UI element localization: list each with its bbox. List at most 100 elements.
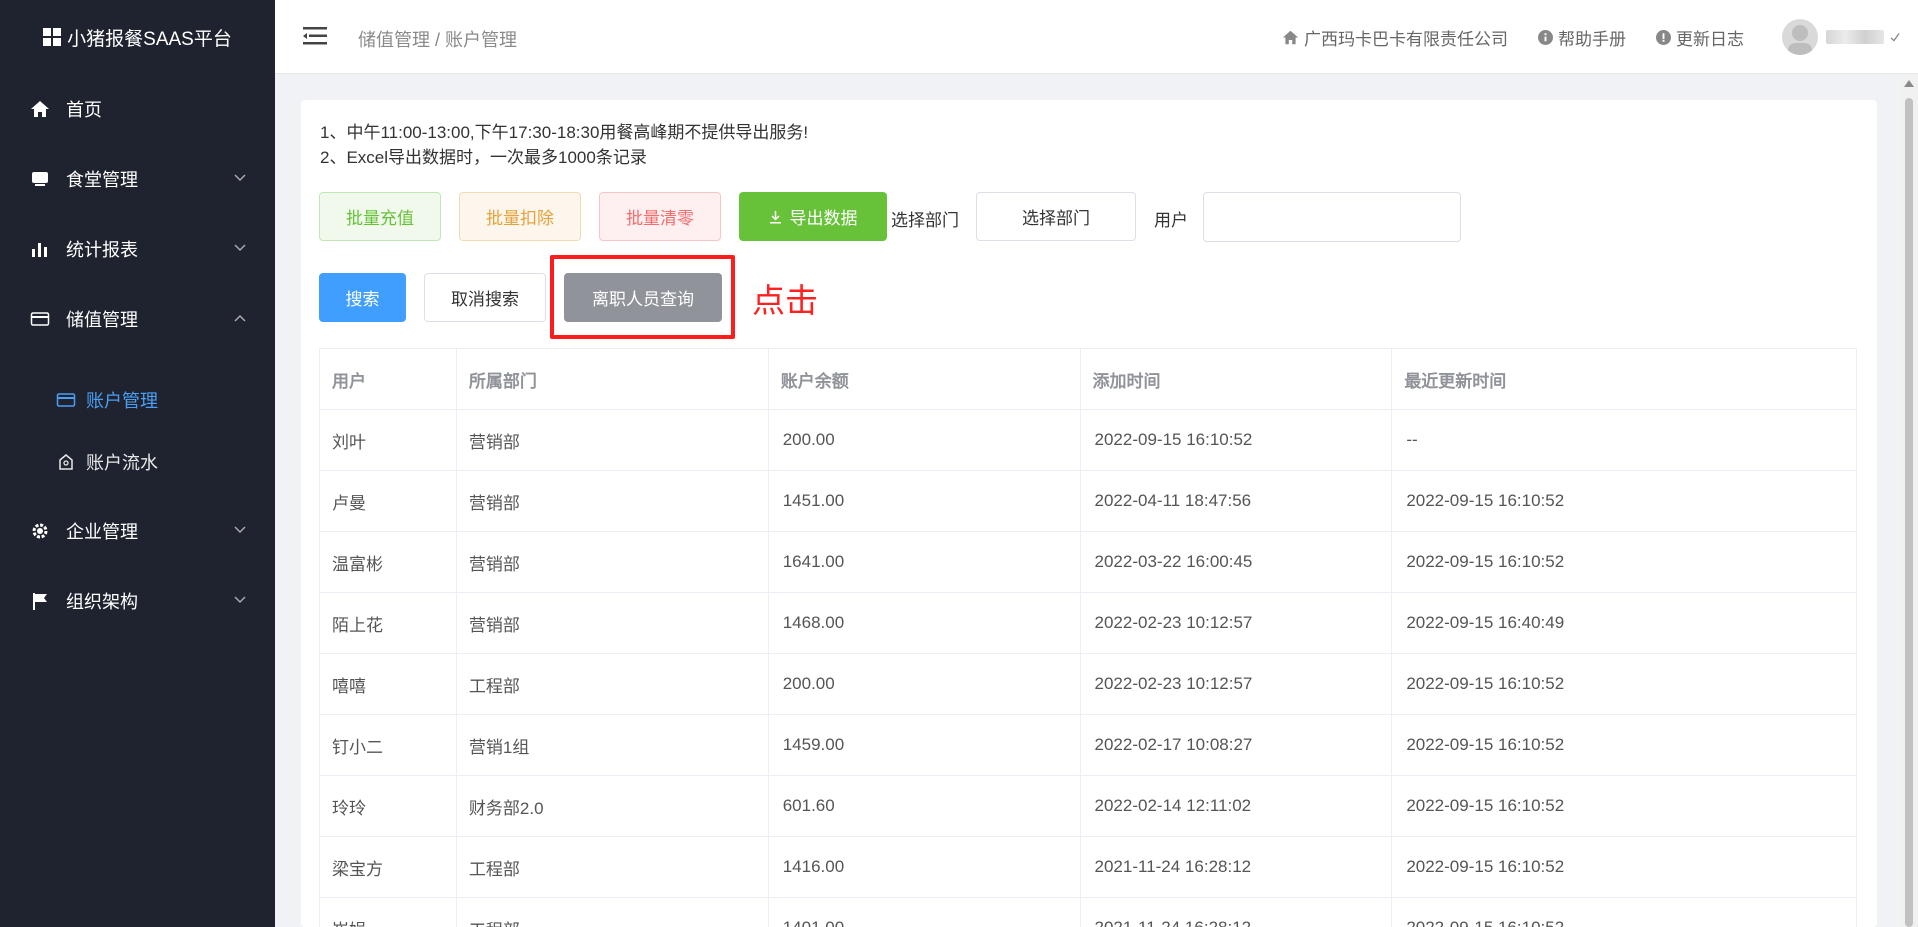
scrollbar[interactable]: [1900, 74, 1918, 927]
cell-created: 2021-11-24 16:28:12: [1081, 837, 1393, 897]
sidebar-item-canteen[interactable]: 食堂管理: [0, 154, 275, 204]
cell-created: 2022-02-23 10:12:57: [1081, 654, 1393, 714]
sidebar-item-home[interactable]: 首页: [0, 84, 275, 134]
sidebar-item-organization[interactable]: 组织架构: [0, 576, 275, 626]
cell-dept: 工程部: [457, 898, 769, 927]
card-icon: [30, 309, 50, 329]
check-icon[interactable]: [1890, 32, 1900, 42]
card-icon: [56, 390, 76, 410]
export-data-label: 导出数据: [789, 209, 858, 228]
cell-updated: --: [1392, 410, 1857, 470]
cell-updated: 2022-09-15 16:10:52: [1392, 776, 1857, 836]
cell-user: 卢曼: [320, 471, 457, 531]
cell-balance: 1468.00: [769, 593, 1081, 653]
cell-dept: 财务部2.0: [457, 776, 769, 836]
help-label: 帮助手册: [1558, 29, 1626, 49]
table-row[interactable]: 钉小二 营销1组 1459.00 2022-02-17 10:08:27 2022-09…: [320, 715, 1857, 776]
table-row[interactable]: 嘻嘻 工程部 200.00 2022-02-23 10:12:57 2022-09-15…: [320, 654, 1857, 715]
cell-created: 2022-09-15 16:10:52: [1081, 410, 1393, 470]
cell-dept: 营销部: [457, 593, 769, 653]
table-row[interactable]: 卢曼 营销部 1451.00 2022-04-11 18:47:56 2022-09-1…: [320, 471, 1857, 532]
cell-dept: 营销部: [457, 410, 769, 470]
sidebar-subitem-account-flow[interactable]: 账户流水: [0, 438, 275, 486]
cell-user: 梁宝方: [320, 837, 457, 897]
table-row[interactable]: 玲玲 财务部2.0 601.60 2022-02-14 12:11:02 2022-09…: [320, 776, 1857, 837]
cancel-search-button[interactable]: 取消搜索: [424, 273, 546, 322]
batch-deduct-button[interactable]: 批量扣除: [459, 192, 581, 241]
cell-created: 2022-04-11 18:47:56: [1081, 471, 1393, 531]
search-button[interactable]: 搜索: [319, 273, 406, 322]
sidebar-subitem-label: 账户管理: [86, 391, 158, 411]
brand-title: 小猪报餐SAAS平台: [67, 28, 232, 50]
avatar[interactable]: [1782, 19, 1818, 55]
sidebar-item-label: 企业管理: [66, 522, 138, 542]
cell-updated: 2022-09-15 16:10:52: [1392, 715, 1857, 775]
help-link[interactable]: 帮助手册: [1538, 25, 1626, 50]
wallet-icon: [56, 452, 76, 472]
accounts-table: 用户 所属部门 账户余额 添加时间 最近更新时间 刘叶 营销部 200.00 2022…: [319, 348, 1857, 927]
table-row[interactable]: 崔娟工程部1401.002021-11-24 16:28:122022-09-1…: [320, 898, 1857, 927]
column-header-balance[interactable]: 账户余额: [769, 349, 1081, 409]
export-data-button[interactable]: 导出数据: [739, 192, 887, 241]
brand[interactable]: 小猪报餐SAAS平台: [0, 0, 275, 74]
table-row[interactable]: 梁宝方 工程部 1416.00 2021-11-24 16:28:12 2022-09-…: [320, 837, 1857, 898]
cell-created: 2022-02-14 12:11:02: [1081, 776, 1393, 836]
sidebar-item-reports[interactable]: 统计报表: [0, 224, 275, 274]
click-annotation: 点击: [752, 281, 818, 320]
column-header-created[interactable]: 添加时间: [1081, 349, 1393, 409]
sidebar-item-label: 食堂管理: [66, 170, 138, 190]
batch-clear-button[interactable]: 批量清零: [599, 192, 721, 241]
canteen-icon: [30, 169, 50, 189]
cell-balance: 200.00: [769, 410, 1081, 470]
table-header-row: 用户 所属部门 账户余额 添加时间 最近更新时间: [320, 349, 1857, 410]
bar-chart-icon: [30, 239, 50, 259]
company-link[interactable]: 广西玛卡巴卡有限责任公司: [1282, 25, 1508, 50]
scroll-up-arrow-icon[interactable]: [1904, 80, 1914, 87]
cell-user: 嘻嘻: [320, 654, 457, 714]
table-row[interactable]: 陌上花 营销部 1468.00 2022-02-23 10:12:57 2022-09-…: [320, 593, 1857, 654]
resigned-query-button[interactable]: 离职人员查询: [564, 273, 722, 322]
changelog-label: 更新日志: [1676, 29, 1744, 49]
sidebar-subitem-account-management[interactable]: 账户管理: [0, 376, 275, 424]
cell-balance: 1401.00: [769, 898, 1081, 927]
cell-balance: 1459.00: [769, 715, 1081, 775]
info-icon: [1656, 29, 1671, 45]
cell-updated: 2022-09-15 16:10:52: [1392, 898, 1857, 927]
cell-updated: 2022-09-15 16:10:52: [1392, 654, 1857, 714]
column-header-user[interactable]: 用户: [320, 349, 457, 409]
table-row[interactable]: 刘叶 营销部 200.00 2022-09-15 16:10:52 --: [320, 410, 1857, 471]
sidebar-subitem-label: 账户流水: [86, 453, 158, 473]
notice: 1、中午11:00-13:00,下午17:30-18:30用餐高峰期不提供导出服…: [320, 120, 808, 170]
chevron-up-icon: [234, 314, 246, 322]
sidebar: 小猪报餐SAAS平台 首页 食堂管理 统计报表 储值管理 账户管理 账户流水 企…: [0, 0, 275, 927]
main-card: 1、中午11:00-13:00,下午17:30-18:30用餐高峰期不提供导出服…: [301, 100, 1877, 927]
chevron-down-icon: [234, 526, 246, 534]
cell-balance: 1451.00: [769, 471, 1081, 531]
sidebar-item-enterprise[interactable]: 企业管理: [0, 506, 275, 556]
cell-dept: 营销部: [457, 532, 769, 592]
menu-toggle-icon[interactable]: [303, 26, 327, 46]
user-input[interactable]: [1203, 192, 1461, 242]
cell-updated: 2022-09-15 16:10:52: [1392, 837, 1857, 897]
cell-updated: 2022-09-15 16:10:52: [1392, 532, 1857, 592]
sidebar-item-label: 统计报表: [66, 240, 138, 260]
sidebar-item-label: 储值管理: [66, 310, 138, 330]
column-header-dept[interactable]: 所属部门: [457, 349, 769, 409]
grid-logo-icon: [43, 28, 62, 46]
cell-user: 钉小二: [320, 715, 457, 775]
scrollbar-thumb[interactable]: [1905, 98, 1913, 927]
sidebar-item-stored-value[interactable]: 储值管理: [0, 294, 275, 344]
column-header-updated[interactable]: 最近更新时间: [1392, 349, 1857, 409]
cell-dept: 工程部: [457, 654, 769, 714]
cell-dept: 工程部: [457, 837, 769, 897]
chevron-down-icon: [234, 596, 246, 604]
user-name-blurred[interactable]: [1826, 30, 1884, 44]
flag-icon: [30, 591, 50, 611]
notice-line-1: 1、中午11:00-13:00,下午17:30-18:30用餐高峰期不提供导出服…: [320, 123, 809, 142]
select-dept-button[interactable]: 选择部门: [976, 192, 1136, 241]
changelog-link[interactable]: 更新日志: [1656, 25, 1744, 50]
chevron-down-icon: [234, 244, 246, 252]
table-body: 刘叶 营销部 200.00 2022-09-15 16:10:52 -- 卢曼 营销部 145…: [320, 410, 1857, 927]
batch-recharge-button[interactable]: 批量充值: [319, 192, 441, 241]
table-row[interactable]: 温富彬 营销部 1641.00 2022-03-22 16:00:45 2022-09-…: [320, 532, 1857, 593]
